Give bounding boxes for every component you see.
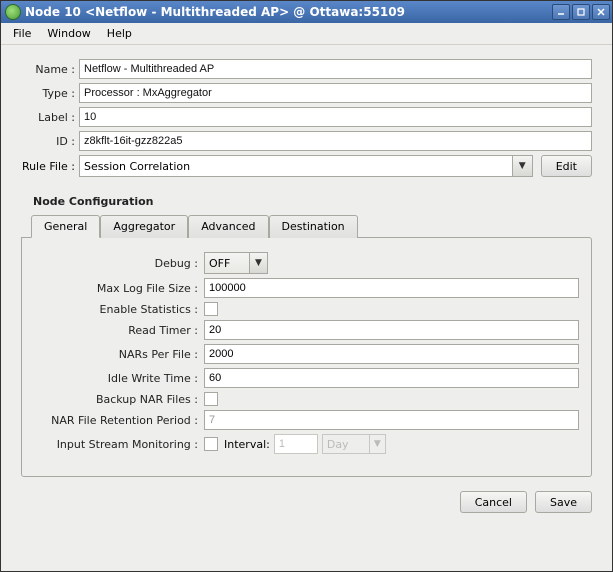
idle-input[interactable] [204,368,579,388]
type-input[interactable] [79,83,592,103]
ism-unit-value: Day [323,435,369,453]
backup-label: Backup NAR Files : [34,393,204,406]
maxlog-input[interactable] [204,278,579,298]
ism-unit-dropdown-button[interactable]: ▼ [369,435,385,453]
maximize-icon [577,8,585,16]
id-label: ID : [21,135,79,148]
idle-label: Idle Write Time : [34,372,204,385]
tabpanel-general: Debug : OFF ▼ Max Log File Size : Enable… [21,237,592,477]
debug-value: OFF [205,253,249,273]
nars-input[interactable] [204,344,579,364]
tab-destination[interactable]: Destination [269,215,358,238]
chevron-down-icon: ▼ [374,439,381,449]
chevron-down-icon: ▼ [255,258,262,268]
ism-checkbox[interactable] [204,437,218,451]
debug-label: Debug : [34,257,204,270]
rulefile-combo[interactable]: Session Correlation ▼ [79,155,533,177]
maximize-button[interactable] [572,4,590,20]
name-label: Name : [21,63,79,76]
rulefile-dropdown-button[interactable]: ▼ [512,156,532,176]
stats-checkbox[interactable] [204,302,218,316]
backup-checkbox[interactable] [204,392,218,406]
debug-dropdown-button[interactable]: ▼ [249,253,267,273]
tab-advanced[interactable]: Advanced [188,215,268,238]
ism-interval-input[interactable] [274,434,318,454]
name-input[interactable] [79,59,592,79]
menubar: File Window Help [1,23,612,45]
debug-combo[interactable]: OFF ▼ [204,252,268,274]
readtimer-label: Read Timer : [34,324,204,337]
type-label: Type : [21,87,79,100]
ism-label: Input Stream Monitoring : [34,438,204,451]
nars-label: NARs Per File : [34,348,204,361]
ism-group: Interval: Day ▼ [204,434,386,454]
maxlog-label: Max Log File Size : [34,282,204,295]
save-button[interactable]: Save [535,491,592,513]
stats-label: Enable Statistics : [34,303,204,316]
ism-interval-label: Interval: [224,438,270,451]
window-title: Node 10 <Netflow - Multithreaded AP> @ O… [25,5,550,19]
rulefile-value: Session Correlation [80,156,512,176]
menu-window[interactable]: Window [39,25,98,42]
window-frame: Node 10 <Netflow - Multithreaded AP> @ O… [0,0,613,572]
menu-help[interactable]: Help [99,25,140,42]
node-config-legend: Node Configuration [29,195,158,208]
minimize-button[interactable] [552,4,570,20]
retention-label: NAR File Retention Period : [34,414,204,427]
node-config-fieldset: Node Configuration General Aggregator Ad… [21,195,592,477]
retention-input[interactable] [204,410,579,430]
id-input[interactable] [79,131,592,151]
app-icon [5,4,21,20]
tab-aggregator[interactable]: Aggregator [100,215,188,238]
tabstrip: General Aggregator Advanced Destination [31,214,592,237]
label-label: Label : [21,111,79,124]
content-area: Name : Type : Label : ID : Rule File : S… [1,45,612,485]
rulefile-label: Rule File : [21,160,79,173]
footer: Cancel Save [1,485,612,523]
titlebar: Node 10 <Netflow - Multithreaded AP> @ O… [1,1,612,23]
minimize-icon [557,8,565,16]
label-input[interactable] [79,107,592,127]
readtimer-input[interactable] [204,320,579,340]
close-icon [597,8,605,16]
ism-unit-combo[interactable]: Day ▼ [322,434,386,454]
chevron-down-icon: ▼ [519,161,526,171]
menu-file[interactable]: File [5,25,39,42]
edit-button[interactable]: Edit [541,155,592,177]
tab-general[interactable]: General [31,215,100,238]
cancel-button[interactable]: Cancel [460,491,527,513]
close-button[interactable] [592,4,610,20]
